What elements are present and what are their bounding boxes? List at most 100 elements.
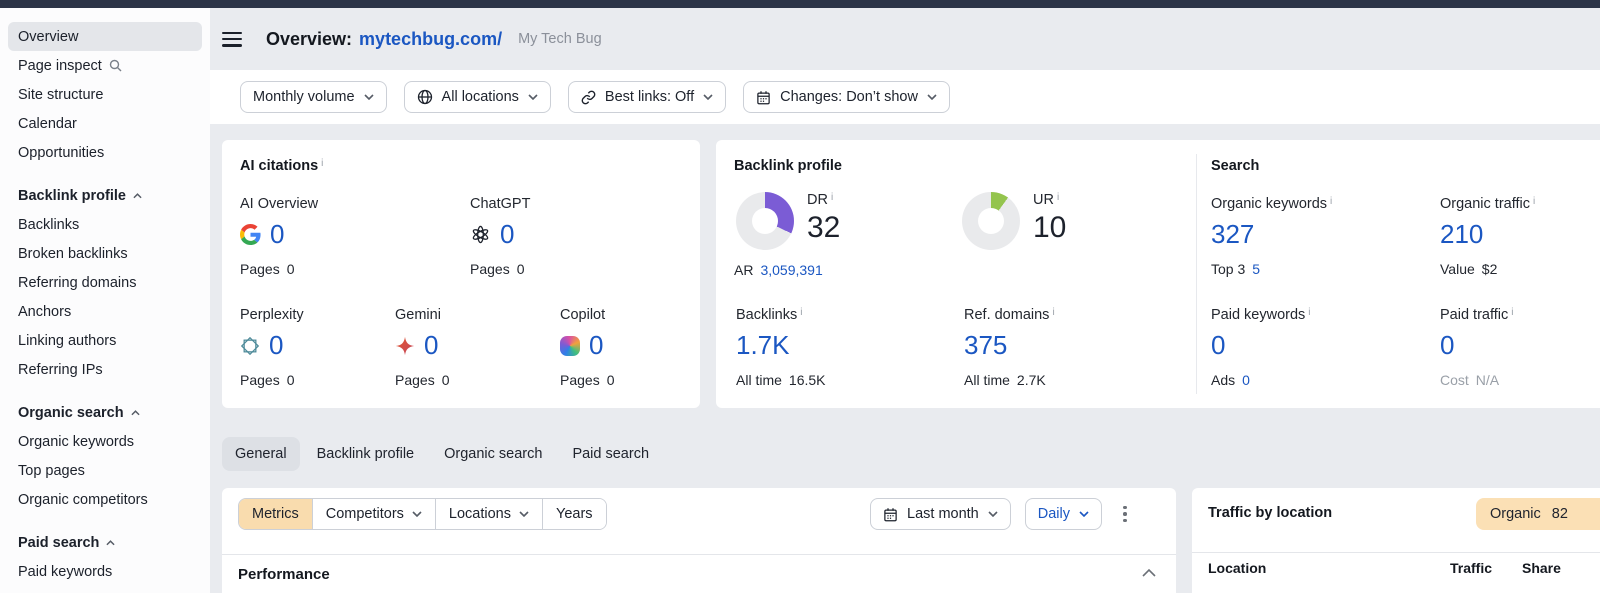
date-range-dropdown[interactable]: Last month bbox=[870, 498, 1011, 530]
overview-tabs: General Backlink profile Organic search … bbox=[222, 437, 662, 471]
sidebar-item-referring-ips[interactable]: Referring IPs bbox=[8, 355, 202, 384]
info-icon[interactable]: i bbox=[1330, 196, 1332, 212]
info-icon[interactable]: i bbox=[1308, 307, 1310, 323]
ref-domains-count[interactable]: 375 bbox=[964, 330, 1007, 361]
metric-organic-keywords: Organic keywords i 327 Top 35 bbox=[1211, 196, 1333, 277]
segment-locations[interactable]: Locations bbox=[434, 499, 542, 529]
page-header: Overview: mytechbug.com/ My Tech Bug ? H… bbox=[210, 8, 1600, 70]
sidebar-item-anchors[interactable]: Anchors bbox=[8, 297, 202, 326]
gemini-count[interactable]: 0 bbox=[424, 330, 438, 361]
chevron-down-icon bbox=[703, 94, 713, 100]
chevron-up-icon bbox=[106, 539, 116, 545]
chevron-down-icon bbox=[988, 511, 998, 517]
sidebar-item-page-inspect[interactable]: Page inspect bbox=[8, 51, 202, 80]
info-icon[interactable]: i bbox=[800, 307, 802, 323]
tab-paid-search[interactable]: Paid search bbox=[559, 437, 662, 471]
site-name: My Tech Bug bbox=[518, 31, 602, 47]
tab-organic-search[interactable]: Organic search bbox=[431, 437, 555, 471]
traffic-by-location-panel: Traffic by location Organic 82 Location … bbox=[1192, 488, 1600, 593]
chevron-down-icon bbox=[412, 511, 422, 517]
copilot-count[interactable]: 0 bbox=[589, 330, 603, 361]
sidebar-item-opportunities[interactable]: Opportunities bbox=[8, 138, 202, 167]
metric-ai-overview: AI Overview 0 Pages 0 bbox=[240, 196, 319, 277]
info-icon[interactable]: i bbox=[321, 158, 323, 174]
ur-donut-gauge bbox=[962, 192, 1020, 250]
dr-donut-gauge bbox=[736, 192, 794, 250]
metric-chatgpt: ChatGPT 0 Pages 0 bbox=[470, 196, 531, 277]
column-share: Share bbox=[1522, 560, 1561, 576]
metric-copilot: Copilot 0 Pages 0 bbox=[560, 307, 615, 388]
backlink-profile-title: Backlink profile bbox=[734, 158, 842, 174]
sidebar-item-overview[interactable]: Overview bbox=[8, 22, 202, 51]
sidebar-item-backlinks[interactable]: Backlinks bbox=[8, 210, 202, 239]
changes-dropdown[interactable]: Changes: Don’t show bbox=[743, 81, 950, 113]
more-options-kebab-icon[interactable] bbox=[1116, 498, 1134, 530]
organic-traffic-badge[interactable]: Organic 82 bbox=[1476, 498, 1600, 530]
chevron-down-icon bbox=[1079, 511, 1089, 517]
section-divider bbox=[1196, 154, 1197, 394]
tab-general[interactable]: General bbox=[222, 437, 300, 471]
chevron-up-icon bbox=[133, 192, 142, 198]
collapse-chevron-up-icon[interactable] bbox=[1142, 568, 1156, 577]
sidebar-item-calendar[interactable]: Calendar bbox=[8, 109, 202, 138]
perplexity-count[interactable]: 0 bbox=[269, 330, 283, 361]
info-icon[interactable]: i bbox=[831, 192, 833, 208]
ai-overview-count[interactable]: 0 bbox=[270, 219, 284, 250]
monthly-volume-dropdown[interactable]: Monthly volume bbox=[240, 81, 387, 113]
chevron-down-icon bbox=[363, 94, 374, 100]
filter-toolbar: Monthly volume All locations Best links:… bbox=[210, 70, 1600, 124]
date-controls: Last month Daily bbox=[870, 498, 1134, 530]
metric-ref-domains: Ref. domains i 375 All time 2.7K bbox=[964, 307, 1055, 388]
metric-paid-traffic: Paid traffic i 0 Cost N/A bbox=[1440, 307, 1514, 388]
search-icon bbox=[109, 59, 122, 72]
chevron-down-icon bbox=[927, 94, 937, 100]
target-domain-link[interactable]: mytechbug.com/ bbox=[359, 29, 502, 50]
paid-traffic-count[interactable]: 0 bbox=[1440, 330, 1454, 361]
segment-metrics[interactable]: Metrics bbox=[239, 499, 312, 529]
sidebar-item-referring-domains[interactable]: Referring domains bbox=[8, 268, 202, 297]
traffic-by-location-title: Traffic by location bbox=[1208, 505, 1333, 521]
calendar-icon bbox=[884, 507, 897, 521]
column-traffic: Traffic bbox=[1449, 560, 1492, 576]
sidebar-section-paid-search[interactable]: Paid search bbox=[8, 528, 202, 557]
app-window: Overview Page inspect Site structure Cal… bbox=[0, 0, 1600, 593]
hamburger-menu-icon[interactable] bbox=[222, 31, 242, 47]
tab-backlink-profile[interactable]: Backlink profile bbox=[304, 437, 428, 471]
divider bbox=[222, 554, 1176, 555]
locations-dropdown[interactable]: All locations bbox=[403, 81, 551, 113]
search-section-title: Search bbox=[1211, 158, 1260, 174]
globe-icon bbox=[417, 89, 432, 105]
sidebar-section-organic-search[interactable]: Organic search bbox=[8, 398, 202, 427]
metric-organic-traffic: Organic traffic i 210 Value $2 bbox=[1440, 196, 1536, 277]
info-icon[interactable]: i bbox=[1057, 192, 1059, 208]
organic-traffic-count[interactable]: 210 bbox=[1440, 219, 1483, 250]
paid-keywords-count[interactable]: 0 bbox=[1211, 330, 1225, 361]
sidebar-item-organic-competitors[interactable]: Organic competitors bbox=[8, 485, 202, 514]
chevron-up-icon bbox=[130, 409, 140, 415]
best-links-dropdown[interactable]: Best links: Off bbox=[567, 81, 727, 113]
backlinks-count[interactable]: 1.7K bbox=[736, 330, 790, 361]
organic-keywords-count[interactable]: 327 bbox=[1211, 219, 1254, 250]
chatgpt-count[interactable]: 0 bbox=[500, 219, 514, 250]
google-icon bbox=[240, 224, 261, 245]
sidebar: Overview Page inspect Site structure Cal… bbox=[0, 8, 210, 593]
granularity-dropdown[interactable]: Daily bbox=[1024, 498, 1102, 530]
sidebar-item-broken-backlinks[interactable]: Broken backlinks bbox=[8, 239, 202, 268]
segment-competitors[interactable]: Competitors bbox=[311, 499, 435, 529]
url-rating-block: UR i 10 bbox=[962, 192, 1066, 250]
info-icon[interactable]: i bbox=[1052, 307, 1054, 323]
info-icon[interactable]: i bbox=[1533, 196, 1535, 212]
metric-perplexity: Perplexity 0 Pages 0 bbox=[240, 307, 304, 388]
sidebar-item-organic-keywords[interactable]: Organic keywords bbox=[8, 427, 202, 456]
divider bbox=[1192, 552, 1600, 553]
sidebar-item-linking-authors[interactable]: Linking authors bbox=[8, 326, 202, 355]
dr-value: 32 bbox=[807, 211, 841, 244]
chevron-down-icon bbox=[528, 94, 538, 100]
sidebar-item-paid-keywords[interactable]: Paid keywords bbox=[8, 557, 202, 586]
sidebar-item-site-structure[interactable]: Site structure bbox=[8, 80, 202, 109]
sidebar-section-backlink-profile[interactable]: Backlink profile bbox=[8, 181, 202, 210]
perplexity-icon bbox=[240, 336, 260, 356]
sidebar-item-top-pages[interactable]: Top pages bbox=[8, 456, 202, 485]
segment-years[interactable]: Years bbox=[541, 499, 606, 529]
info-icon[interactable]: i bbox=[1511, 307, 1513, 323]
